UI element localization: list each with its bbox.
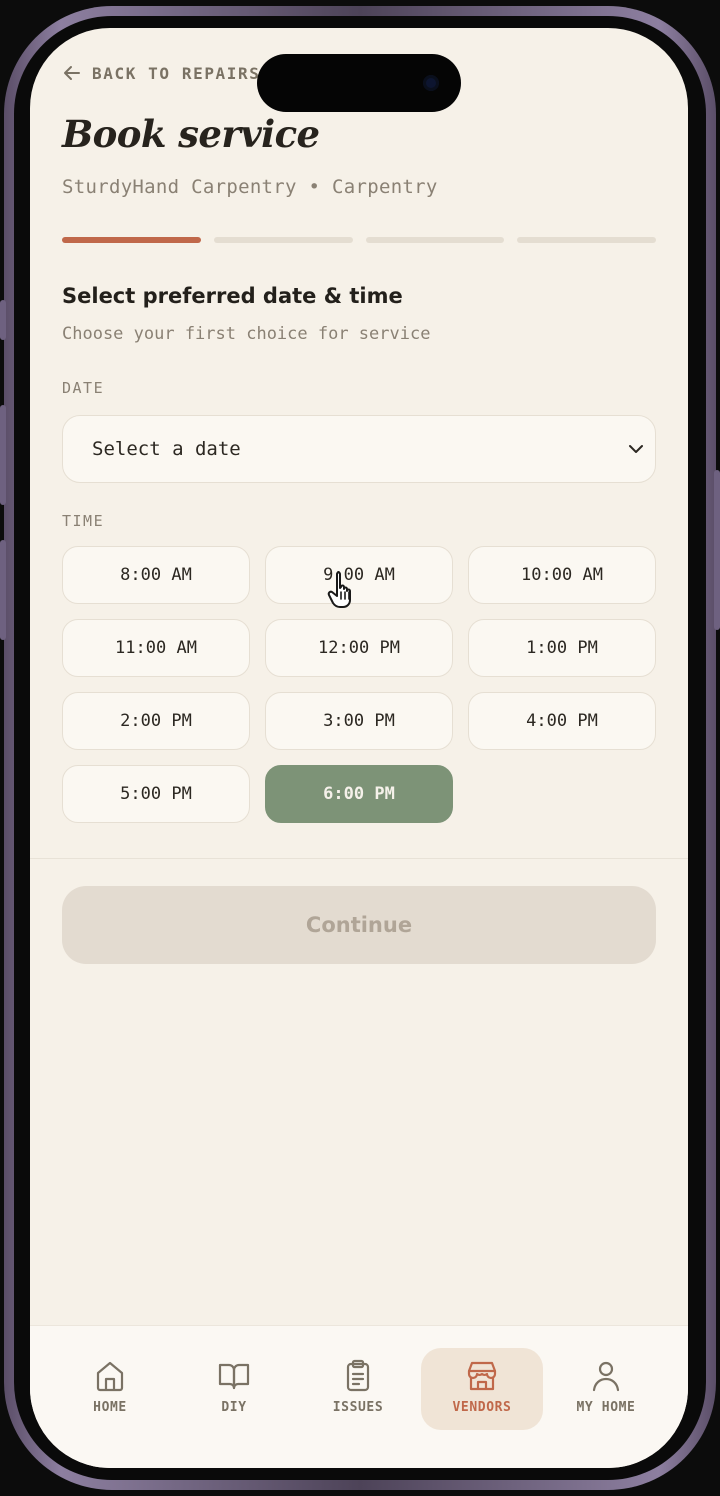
arrow-left-icon (64, 66, 80, 80)
time-slot-button[interactable]: 4:00 PM (468, 692, 656, 750)
tab-issues[interactable]: ISSUES (297, 1348, 419, 1430)
time-slot-button[interactable]: 1:00 PM (468, 619, 656, 677)
book-icon (218, 1363, 250, 1390)
section-heading: Select preferred date & time (62, 284, 403, 308)
tab-label: DIY (221, 1400, 247, 1415)
app-screen: BACK TO REPAIRS Book service SturdyHand … (30, 28, 688, 1468)
date-label: DATE (62, 379, 105, 397)
time-label: TIME (62, 512, 105, 530)
power-button (714, 470, 720, 630)
divider (30, 858, 688, 859)
camera (423, 75, 439, 91)
time-slot-button[interactable]: 3:00 PM (265, 692, 453, 750)
progress-step (365, 237, 505, 243)
tab-label: MY HOME (576, 1400, 636, 1415)
back-link[interactable]: BACK TO REPAIRS (62, 63, 261, 83)
time-slot-button[interactable]: 12:00 PM (265, 619, 453, 677)
time-slot-button[interactable]: 8:00 AM (62, 546, 250, 604)
hand-cursor-icon (327, 571, 351, 608)
time-slot-button[interactable]: 11:00 AM (62, 619, 250, 677)
tab-label: VENDORS (452, 1400, 512, 1415)
back-label: BACK TO REPAIRS (92, 63, 261, 83)
user-icon (592, 1361, 620, 1392)
time-slot-button[interactable]: 6:00 PM (265, 765, 453, 823)
bottom-tab-bar: HOME DIY ISSUES VENDORS MY HOME (30, 1325, 688, 1468)
vendor-subtitle: SturdyHand Carpentry • Carpentry (62, 176, 438, 198)
tab-vendors[interactable]: VENDORS (421, 1348, 543, 1430)
section-subheading: Choose your first choice for service (62, 324, 431, 344)
tab-my-home[interactable]: MY HOME (545, 1348, 667, 1430)
tab-label: ISSUES (332, 1400, 384, 1415)
home-icon (96, 1361, 124, 1392)
volume-down-button (0, 540, 6, 640)
dynamic-island (257, 54, 461, 112)
tab-label: HOME (93, 1400, 127, 1415)
tab-home[interactable]: HOME (49, 1348, 171, 1430)
continue-button[interactable]: Continue (62, 886, 656, 964)
progress-step (62, 237, 201, 243)
chevron-down-icon (629, 445, 643, 453)
tab-diy[interactable]: DIY (173, 1348, 295, 1430)
time-slot-button[interactable]: 10:00 AM (468, 546, 656, 604)
action-button (0, 300, 6, 340)
progress-step (517, 237, 656, 243)
volume-up-button (0, 405, 6, 505)
page-title: Book service (62, 112, 320, 156)
progress-step (213, 237, 353, 243)
date-select-value: Select a date (92, 438, 241, 460)
step-progress (62, 237, 656, 243)
date-select[interactable]: Select a date (62, 415, 656, 483)
time-slot-button[interactable]: 5:00 PM (62, 765, 250, 823)
clipboard-icon (346, 1359, 370, 1392)
store-icon (467, 1361, 497, 1391)
time-slot-button[interactable]: 2:00 PM (62, 692, 250, 750)
